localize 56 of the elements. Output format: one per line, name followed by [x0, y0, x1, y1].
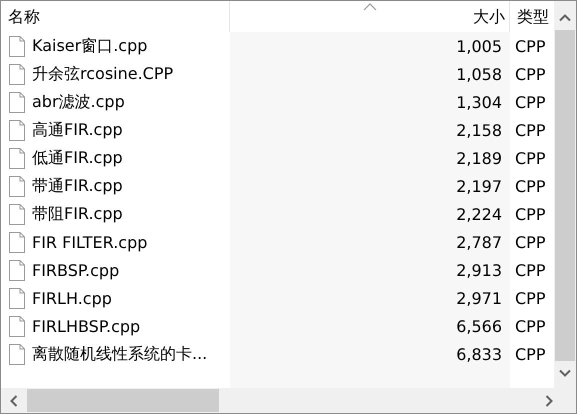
file-type: CPP: [515, 232, 546, 252]
file-icon: [9, 120, 25, 140]
file-size: 2,971: [456, 288, 502, 308]
file-type: CPP: [515, 204, 546, 224]
file-type: CPP: [515, 316, 546, 336]
file-size: 6,566: [456, 316, 502, 336]
file-name[interactable]: abr滤波.cpp: [32, 92, 125, 112]
file-size: 2,787: [456, 232, 502, 252]
file-type: CPP: [515, 176, 546, 196]
file-icon: [9, 92, 25, 112]
vertical-scrollbar-thumb[interactable]: [555, 30, 575, 361]
scroll-up-icon[interactable]: [558, 13, 572, 22]
file-icon: [9, 316, 25, 336]
sort-caret-icon: [362, 3, 376, 11]
file-name[interactable]: FIRLHBSP.cpp: [32, 316, 140, 336]
scroll-left-icon[interactable]: [9, 394, 18, 408]
file-type: CPP: [515, 92, 546, 112]
file-icon: [9, 204, 25, 224]
file-icon: [9, 148, 25, 168]
file-icon: [9, 344, 25, 364]
horizontal-scrollbar-thumb[interactable]: [27, 389, 219, 412]
file-type: CPP: [515, 344, 546, 364]
file-type: CPP: [515, 120, 546, 140]
file-size: 1,304: [456, 92, 502, 112]
file-name[interactable]: 低通FIR.cpp: [32, 148, 123, 168]
scroll-right-icon[interactable]: [545, 394, 554, 408]
file-name[interactable]: Kaiser窗口.cpp: [32, 36, 148, 56]
file-size: 2,913: [456, 260, 502, 280]
file-name[interactable]: 离散随机线性系统的卡...: [32, 344, 208, 364]
file-type: CPP: [515, 288, 546, 308]
file-type: CPP: [515, 260, 546, 280]
file-icon: [9, 288, 25, 308]
file-size: 1,005: [456, 36, 502, 56]
file-type: CPP: [515, 148, 546, 168]
file-size: 2,189: [456, 148, 502, 168]
file-icon: [9, 232, 25, 252]
file-name[interactable]: 带阻FIR.cpp: [32, 204, 123, 224]
file-icon: [9, 176, 25, 196]
file-name[interactable]: FIRBSP.cpp: [32, 260, 120, 280]
file-size: 1,058: [456, 64, 502, 84]
column-header[interactable]: 类型: [510, 1, 554, 32]
file-icon: [9, 260, 25, 280]
file-size: 2,224: [456, 204, 502, 224]
file-icon: [9, 64, 25, 84]
file-type: CPP: [515, 36, 546, 56]
file-icon: [9, 36, 25, 56]
file-name[interactable]: 带通FIR.cpp: [32, 176, 123, 196]
file-size: 6,833: [456, 344, 502, 364]
file-name[interactable]: FIRLH.cpp: [32, 288, 112, 308]
scroll-down-icon[interactable]: [558, 369, 572, 378]
file-size: 2,197: [456, 176, 502, 196]
file-name[interactable]: 高通FIR.cpp: [32, 120, 123, 140]
file-name[interactable]: FIR FILTER.cpp: [32, 232, 148, 252]
file-name[interactable]: 升余弦rcosine.CPP: [32, 64, 174, 84]
file-size: 2,158: [456, 120, 502, 140]
file-type: CPP: [515, 64, 546, 84]
